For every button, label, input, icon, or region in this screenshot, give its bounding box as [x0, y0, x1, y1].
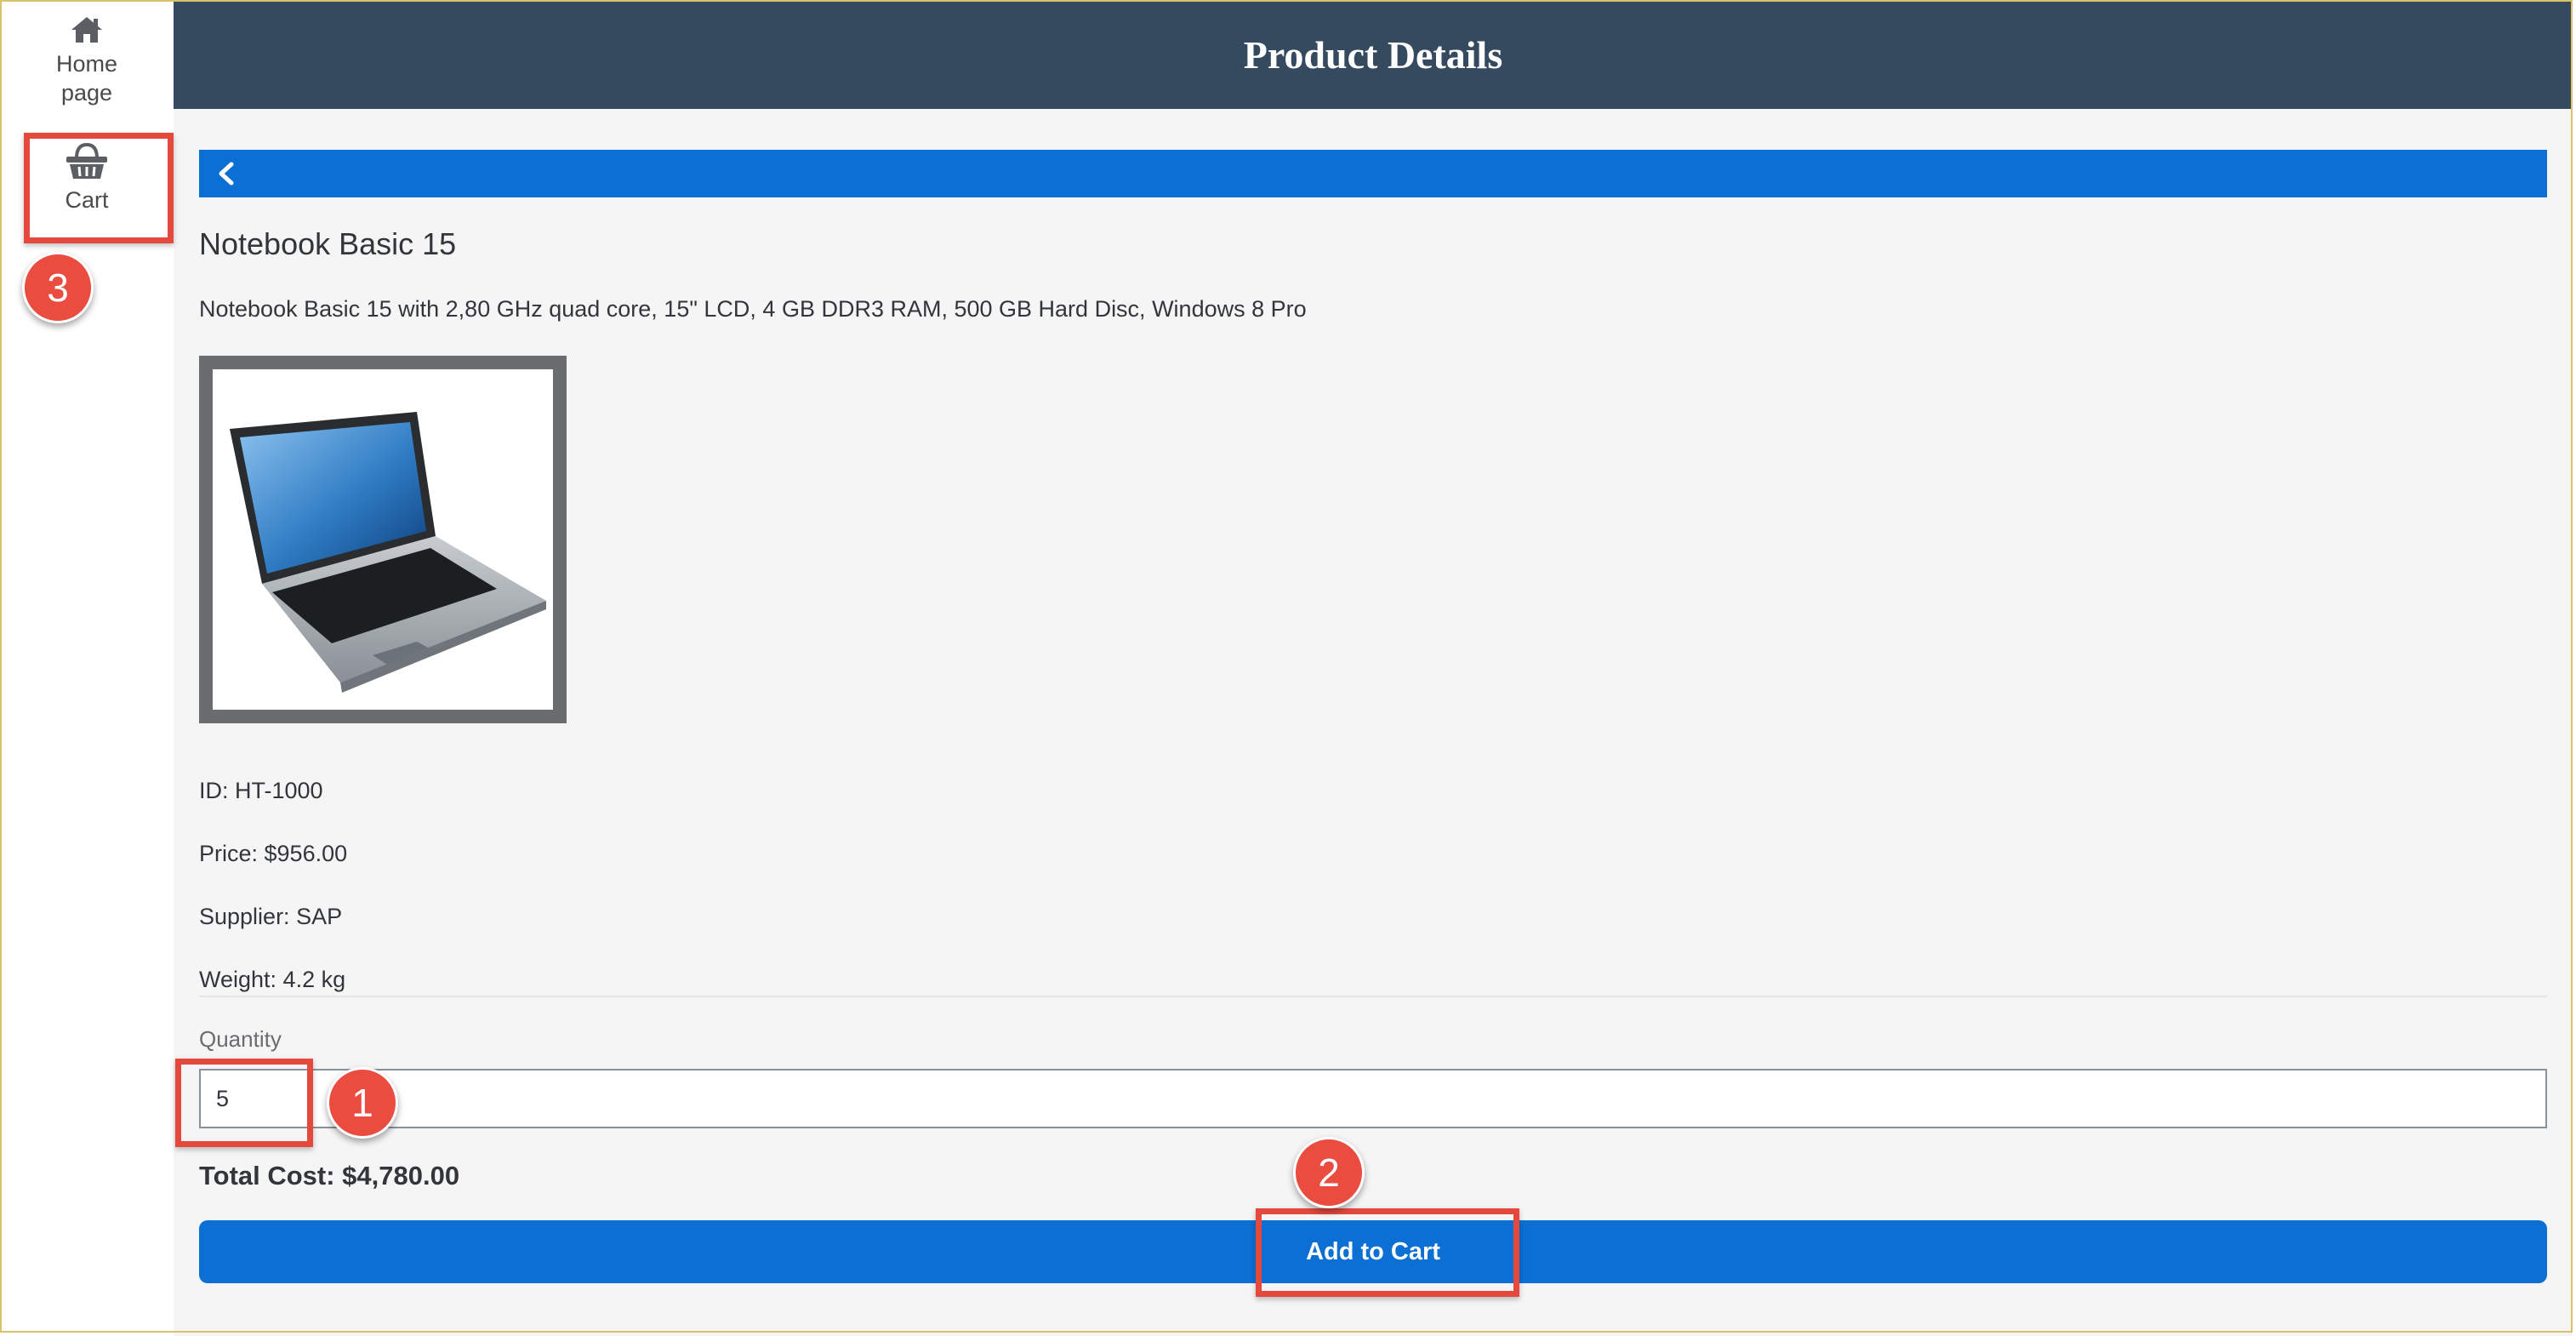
product-image-frame — [199, 356, 567, 723]
sidebar-item-home-label: Home page — [55, 51, 118, 106]
total-cost: Total Cost: $4,780.00 — [199, 1161, 460, 1190]
annotation-badge-1: 1 — [327, 1067, 398, 1139]
sidebar: Home page Cart — [0, 0, 174, 1336]
page-header: Product Details — [174, 0, 2573, 109]
back-button[interactable] — [199, 150, 2547, 197]
annotation-badge-3: 3 — [22, 252, 94, 323]
home-icon — [71, 17, 102, 43]
page-title: Product Details — [1243, 32, 1503, 77]
quantity-input[interactable] — [199, 1069, 2547, 1128]
sidebar-item-cart-label: Cart — [65, 187, 109, 213]
laptop-image — [213, 369, 553, 710]
divider — [199, 996, 2547, 997]
annotation-badge-2: 2 — [1293, 1137, 1365, 1208]
chevron-left-icon — [219, 162, 234, 186]
product-name: Notebook Basic 15 — [199, 226, 457, 261]
product-weight: Weight: 4.2 kg — [199, 967, 346, 992]
add-to-cart-button[interactable]: Add to Cart — [199, 1220, 2547, 1283]
main-content: Product Details Notebook Basic 15 Notebo… — [174, 0, 2573, 1336]
quantity-label: Quantity — [199, 1026, 282, 1052]
basket-icon — [66, 142, 107, 179]
product-price: Price: $956.00 — [199, 841, 348, 866]
product-id: ID: HT-1000 — [199, 778, 323, 803]
sidebar-item-cart[interactable]: Cart — [0, 141, 174, 214]
sidebar-item-home[interactable]: Home page — [0, 15, 174, 107]
product-supplier: Supplier: SAP — [199, 904, 343, 929]
product-description: Notebook Basic 15 with 2,80 GHz quad cor… — [199, 296, 1307, 322]
